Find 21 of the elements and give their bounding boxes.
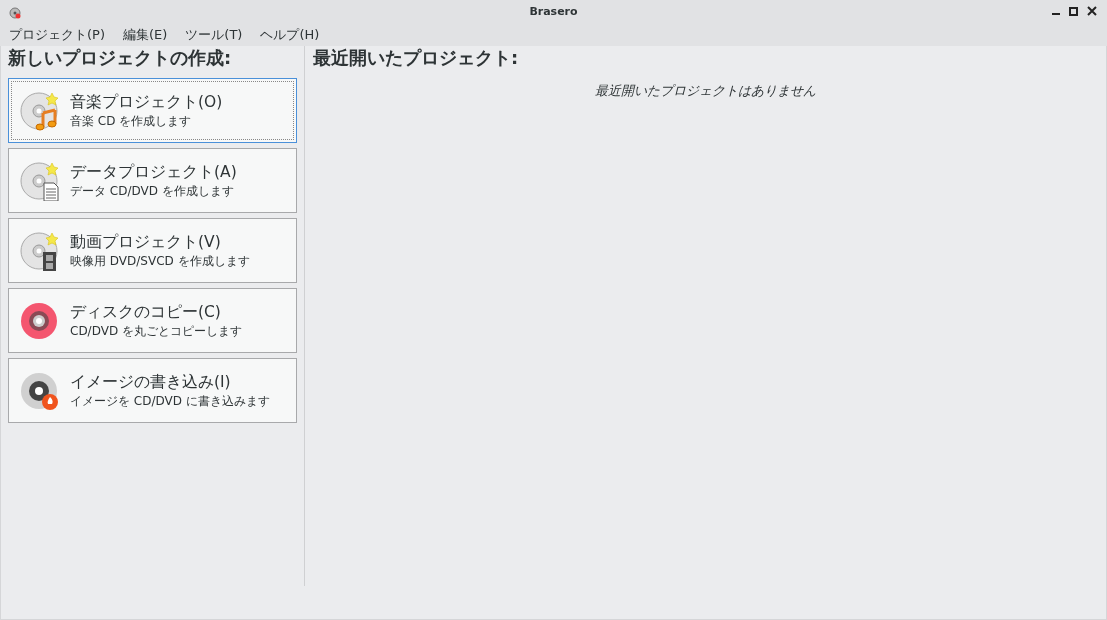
project-button[interactable]: 動画プロジェクト(V) 映像用 DVD/SVCD を作成します: [8, 218, 297, 283]
disc-flame-icon: [19, 370, 59, 411]
project-button[interactable]: 音楽プロジェクト(O) 音楽 CD を作成します: [8, 78, 297, 143]
window-title: Brasero: [529, 4, 578, 20]
menu-item[interactable]: プロジェクト(P): [0, 24, 114, 46]
cd-film-icon: [19, 230, 59, 271]
project-button[interactable]: イメージの書き込み(I) イメージを CD/DVD に書き込みます: [8, 358, 297, 423]
empty-message: 最近開いたプロジェクトはありません: [595, 83, 816, 98]
section-heading: 新しいプロジェクトの作成:: [8, 47, 233, 69]
cd-music-icon: [19, 90, 59, 131]
cd-document-icon: [19, 160, 59, 201]
disc-icon: [19, 300, 59, 341]
section-heading: 最近開いたプロジェクト:: [313, 47, 520, 69]
menu-item[interactable]: 編集(E): [114, 24, 177, 46]
project-button[interactable]: ディスクのコピー(C) CD/DVD を丸ごとコピーします: [8, 288, 297, 353]
menu-item[interactable]: ツール(T): [176, 24, 252, 46]
menu-item[interactable]: ヘルプ(H): [251, 24, 329, 46]
maximize-icon[interactable]: [1069, 6, 1079, 16]
app-icon: [9, 7, 21, 19]
project-button[interactable]: データプロジェクト(A) データ CD/DVD を作成します: [8, 148, 297, 213]
close-icon[interactable]: [1087, 6, 1097, 16]
